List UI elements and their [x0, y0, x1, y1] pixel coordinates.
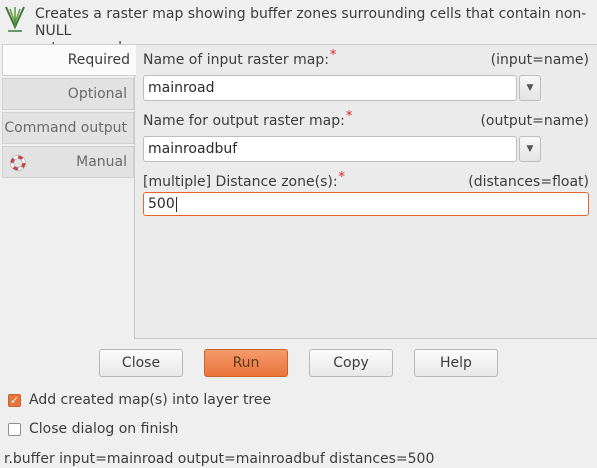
- output-map-field[interactable]: mainroadbuf: [143, 136, 517, 162]
- distances-label: [multiple] Distance zone(s):*: [143, 170, 346, 190]
- tab-required-label: Required: [67, 52, 130, 68]
- help-button-label: Help: [440, 355, 472, 371]
- input-map-label: Name of input raster map:*: [143, 48, 337, 68]
- grass-logo-icon: [5, 6, 25, 32]
- run-button-label: Run: [232, 355, 260, 371]
- tab-command-output[interactable]: Command output: [2, 112, 134, 144]
- add-to-layer-tree-label: Add created map(s) into layer tree: [29, 392, 272, 408]
- command-preview: r.buffer input=mainroad output=mainroadb…: [4, 451, 435, 467]
- copy-button-label: Copy: [333, 355, 369, 371]
- add-to-layer-tree-checkbox[interactable]: ✓: [8, 393, 21, 407]
- run-button[interactable]: Run: [204, 349, 288, 377]
- input-map-dropdown[interactable]: ▼: [519, 75, 541, 101]
- chevron-down-icon: ▼: [526, 83, 534, 93]
- tab-command-output-label: Command output: [4, 120, 127, 136]
- required-marker: *: [338, 170, 346, 185]
- output-map-value: mainroadbuf: [148, 141, 238, 157]
- tab-optional[interactable]: Optional: [2, 78, 134, 110]
- chevron-down-icon: ▼: [526, 144, 534, 154]
- close-on-finish-label: Close dialog on finish: [29, 421, 179, 437]
- distances-input[interactable]: 500: [143, 192, 589, 216]
- input-map-value: mainroad: [148, 80, 215, 96]
- copy-button[interactable]: Copy: [309, 349, 393, 377]
- tab-manual[interactable]: Manual: [2, 146, 134, 178]
- help-button[interactable]: Help: [414, 349, 498, 377]
- close-button-label: Close: [121, 355, 161, 371]
- lifebuoy-icon: [10, 155, 26, 171]
- tab-optional-label: Optional: [67, 86, 127, 102]
- output-map-label: Name for output raster map:*: [143, 109, 353, 129]
- required-marker: *: [345, 109, 353, 124]
- add-to-layer-tree-option[interactable]: ✓ Add created map(s) into layer tree: [8, 392, 271, 408]
- close-on-finish-option[interactable]: Close dialog on finish: [8, 421, 178, 437]
- close-on-finish-checkbox[interactable]: [8, 422, 21, 436]
- distances-value: 500: [148, 196, 175, 212]
- text-cursor: [175, 196, 177, 212]
- distances-hint: (distances=float): [468, 174, 589, 190]
- tab-manual-label: Manual: [76, 154, 127, 170]
- output-map-hint: (output=name): [480, 113, 589, 129]
- close-button[interactable]: Close: [99, 349, 183, 377]
- input-map-hint: (input=name): [490, 52, 589, 68]
- tab-required[interactable]: Required: [2, 44, 136, 76]
- output-map-dropdown[interactable]: ▼: [519, 136, 541, 162]
- required-marker: *: [329, 48, 337, 63]
- input-map-field[interactable]: mainroad: [143, 75, 517, 101]
